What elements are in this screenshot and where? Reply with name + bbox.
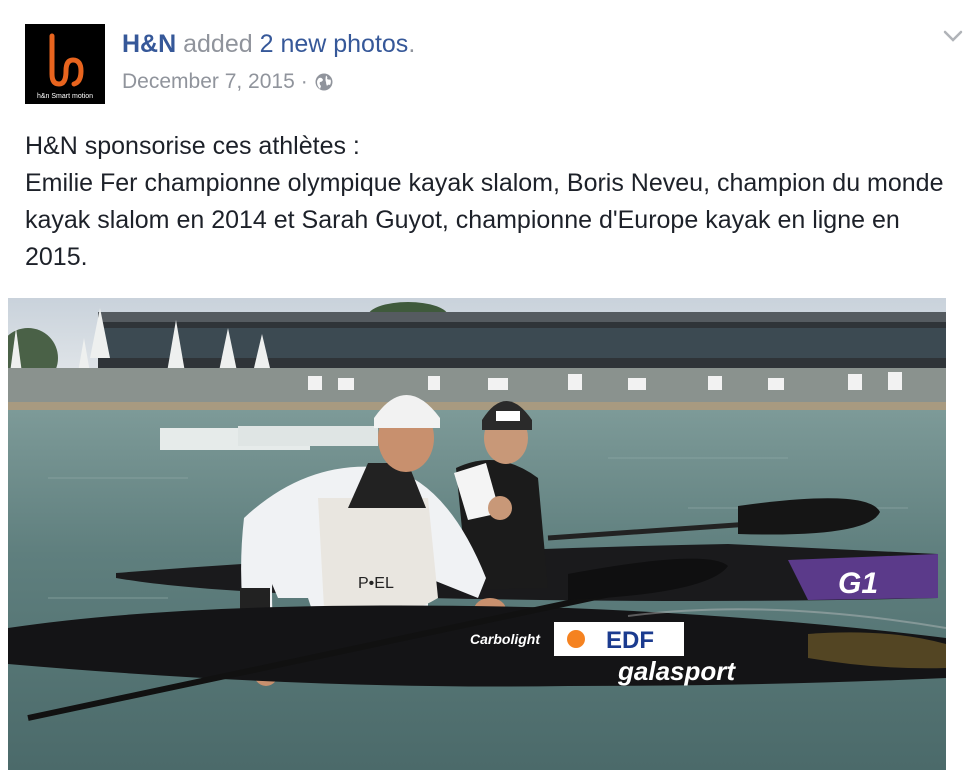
kayak-model-label: Carbolight xyxy=(470,631,541,647)
post-text-line: Emilie Fer championne olympique kayak sl… xyxy=(25,169,944,271)
globe-icon[interactable] xyxy=(314,72,334,92)
action-text: added xyxy=(176,30,260,58)
post-text-line: H&N sponsorise ces athlètes : xyxy=(25,132,360,160)
post-message: H&N sponsorise ces athlètes : Emilie Fer… xyxy=(25,128,964,276)
hn-logo-icon: h&n Smart motion xyxy=(25,24,105,104)
post-date[interactable]: December 7, 2015 xyxy=(122,70,295,94)
kayak-sponsor-logo: EDF xyxy=(606,627,654,654)
avatar-logo-text: h&n Smart motion xyxy=(37,93,93,100)
meta-separator: · xyxy=(300,70,308,93)
kayak-brand-label: galasport xyxy=(617,656,736,686)
svg-text:P•EL: P•EL xyxy=(358,575,394,592)
kayak-g1-logo: G1 xyxy=(838,567,878,600)
chevron-down-icon[interactable] xyxy=(942,28,964,44)
post-header: H&N added 2 new photos. xyxy=(122,30,415,59)
action-end: . xyxy=(408,30,416,58)
post-photo[interactable]: G1 P•EL EDF Carbolight galasport xyxy=(8,298,946,770)
photos-link[interactable]: 2 new photos xyxy=(260,30,409,58)
author-link[interactable]: H&N xyxy=(122,30,176,58)
page-avatar[interactable]: h&n Smart motion xyxy=(25,24,105,104)
post-meta: December 7, 2015 · xyxy=(122,70,334,94)
